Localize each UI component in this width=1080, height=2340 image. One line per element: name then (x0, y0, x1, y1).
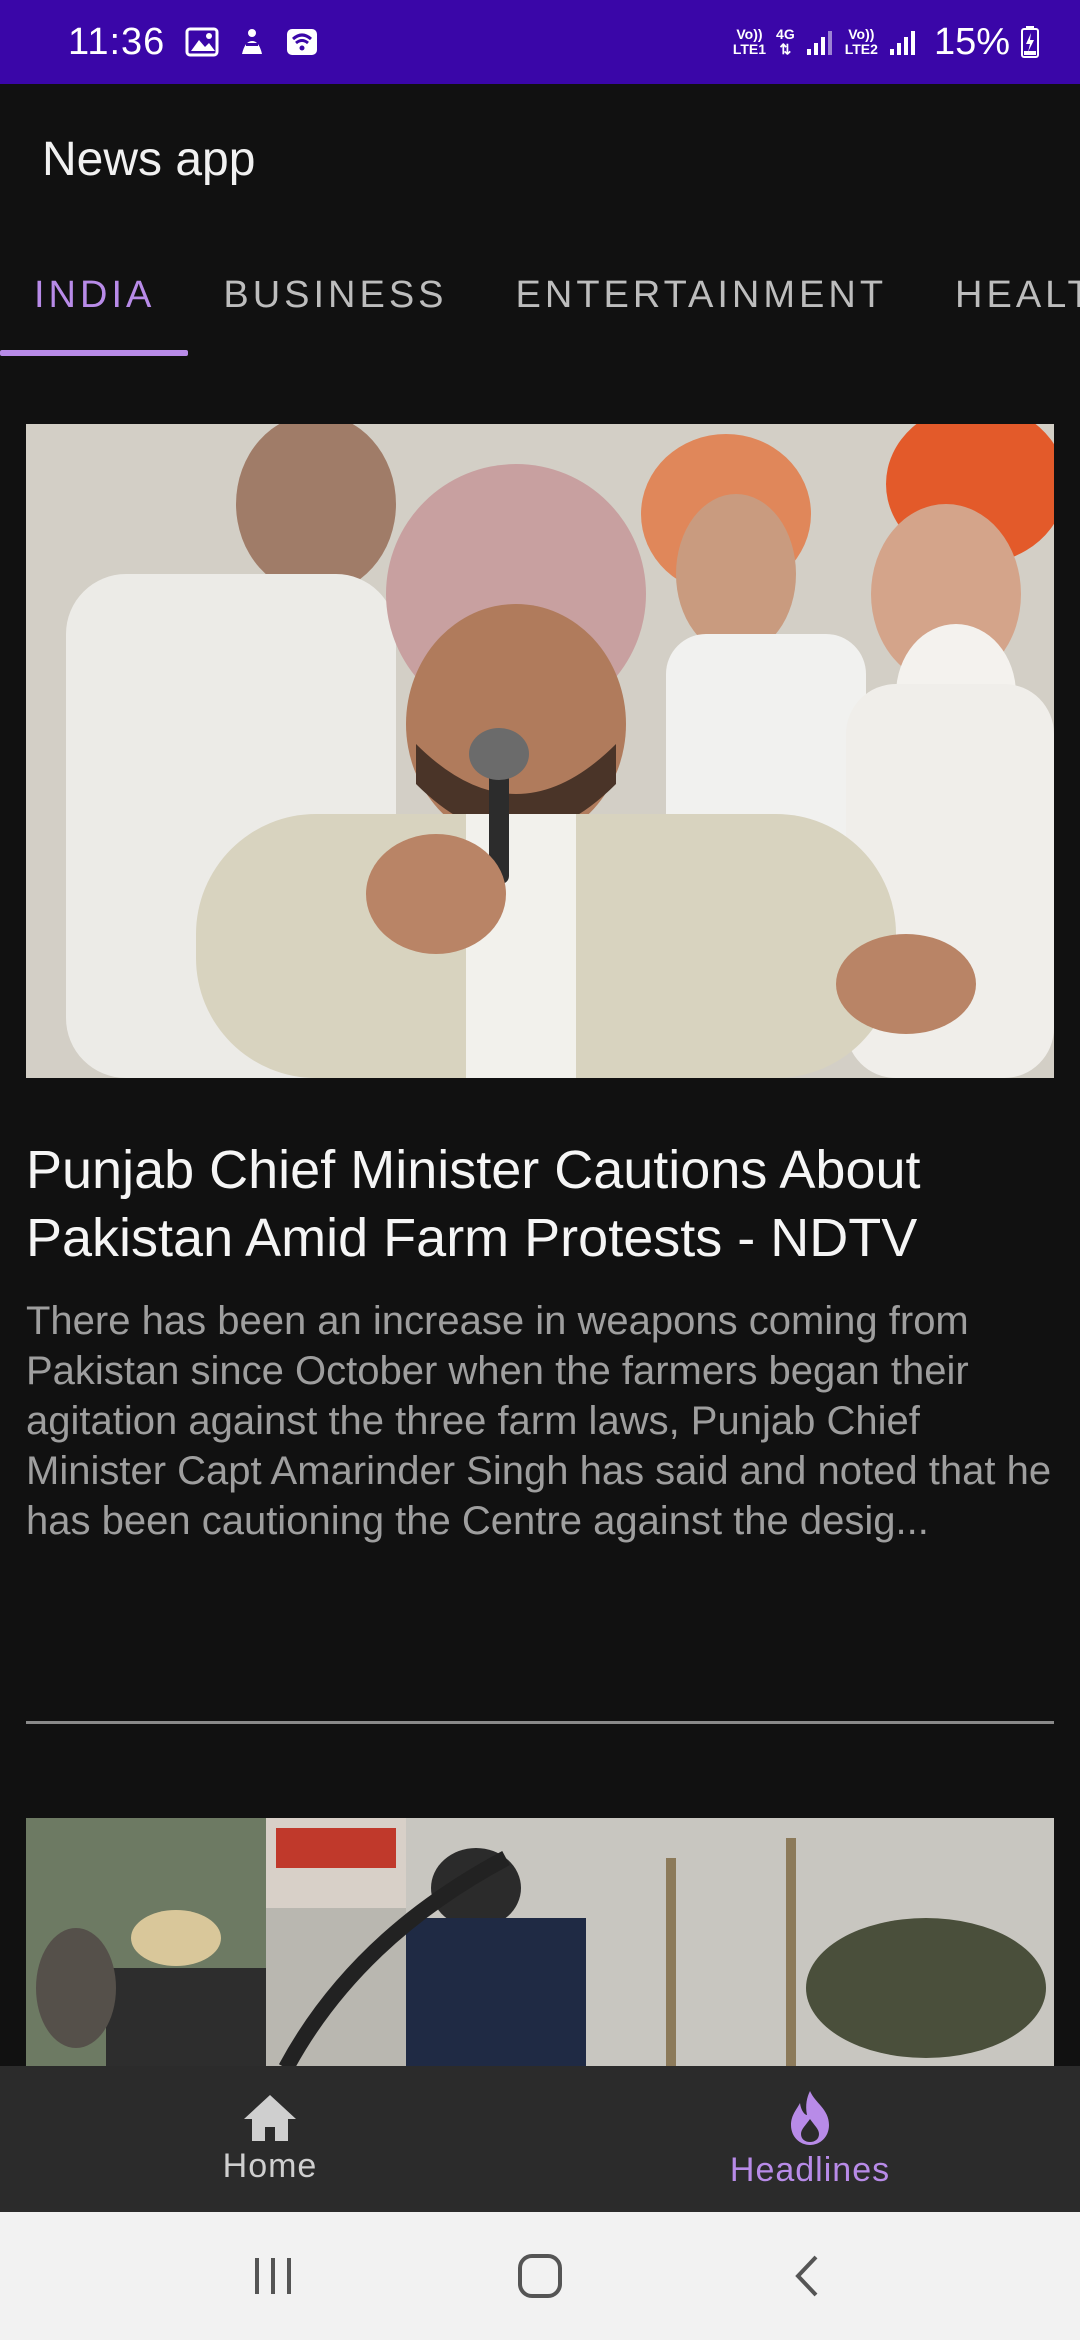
home-circle-icon (517, 2254, 562, 2298)
app-title: News app (42, 132, 256, 186)
app-bar: News app (0, 84, 1080, 234)
battery-percent: 15% (933, 20, 1010, 63)
nav-home-label: Home (222, 2146, 318, 2185)
image-icon (185, 27, 219, 57)
nav-headlines[interactable]: Headlines (540, 2066, 1080, 2212)
fire-icon (791, 2090, 829, 2145)
status-right-cluster: Vo)) LTE1 4G ⇅ Vo)) LTE2 15% (733, 0, 1040, 84)
home-icon (244, 2094, 296, 2141)
network-type-label: 4G ⇅ (776, 26, 795, 57)
article-image[interactable] (26, 1818, 1054, 2068)
back-button[interactable] (767, 2236, 847, 2316)
sim2-label: Vo)) LTE2 (844, 26, 878, 57)
signal-strength-icon (806, 31, 832, 55)
battery-charging-icon (1021, 26, 1039, 58)
status-notification-icons (185, 27, 319, 57)
article-photo (26, 1818, 1054, 2068)
tab-business[interactable]: BUSINESS (189, 234, 481, 356)
article-title[interactable]: Punjab Chief Minister Cautions About Pak… (26, 1136, 1054, 1272)
article-image[interactable] (26, 424, 1054, 1078)
system-navigation-bar (0, 2212, 1080, 2340)
nav-headlines-label: Headlines (729, 2150, 891, 2189)
active-tab-indicator (0, 350, 188, 356)
nav-home[interactable]: Home (0, 2066, 540, 2212)
article-divider (26, 1721, 1054, 1724)
tab-entertainment[interactable]: ENTERTAINMENT (482, 234, 922, 356)
bottom-navigation: Home Headlines (0, 2066, 1080, 2212)
article-photo (26, 424, 1054, 1078)
sim1-label: Vo)) LTE1 (732, 26, 767, 57)
accessibility-icon (242, 29, 263, 54)
article-description: There has been an increase in weapons co… (26, 1299, 1052, 1543)
home-button[interactable] (500, 2236, 580, 2316)
back-chevron-icon (794, 2255, 818, 2297)
tab-india[interactable]: INDIA (0, 234, 189, 356)
wifi-calling-icon (287, 29, 318, 55)
status-time: 11:36 (68, 20, 166, 63)
status-bar: 11:36 Vo)) LTE1 4G ⇅ Vo)) LTE2 15% (0, 0, 1080, 84)
screen: 11:36 Vo)) LTE1 4G ⇅ Vo)) LTE2 15% News … (0, 0, 1080, 2340)
category-tabs: INDIA BUSINESS ENTERTAINMENT HEALTH (0, 234, 1080, 356)
recent-apps-icon (255, 2258, 292, 2294)
tab-health[interactable]: HEALTH (921, 234, 1080, 356)
recent-apps-button[interactable] (233, 2236, 313, 2316)
signal-strength-icon (889, 31, 915, 55)
